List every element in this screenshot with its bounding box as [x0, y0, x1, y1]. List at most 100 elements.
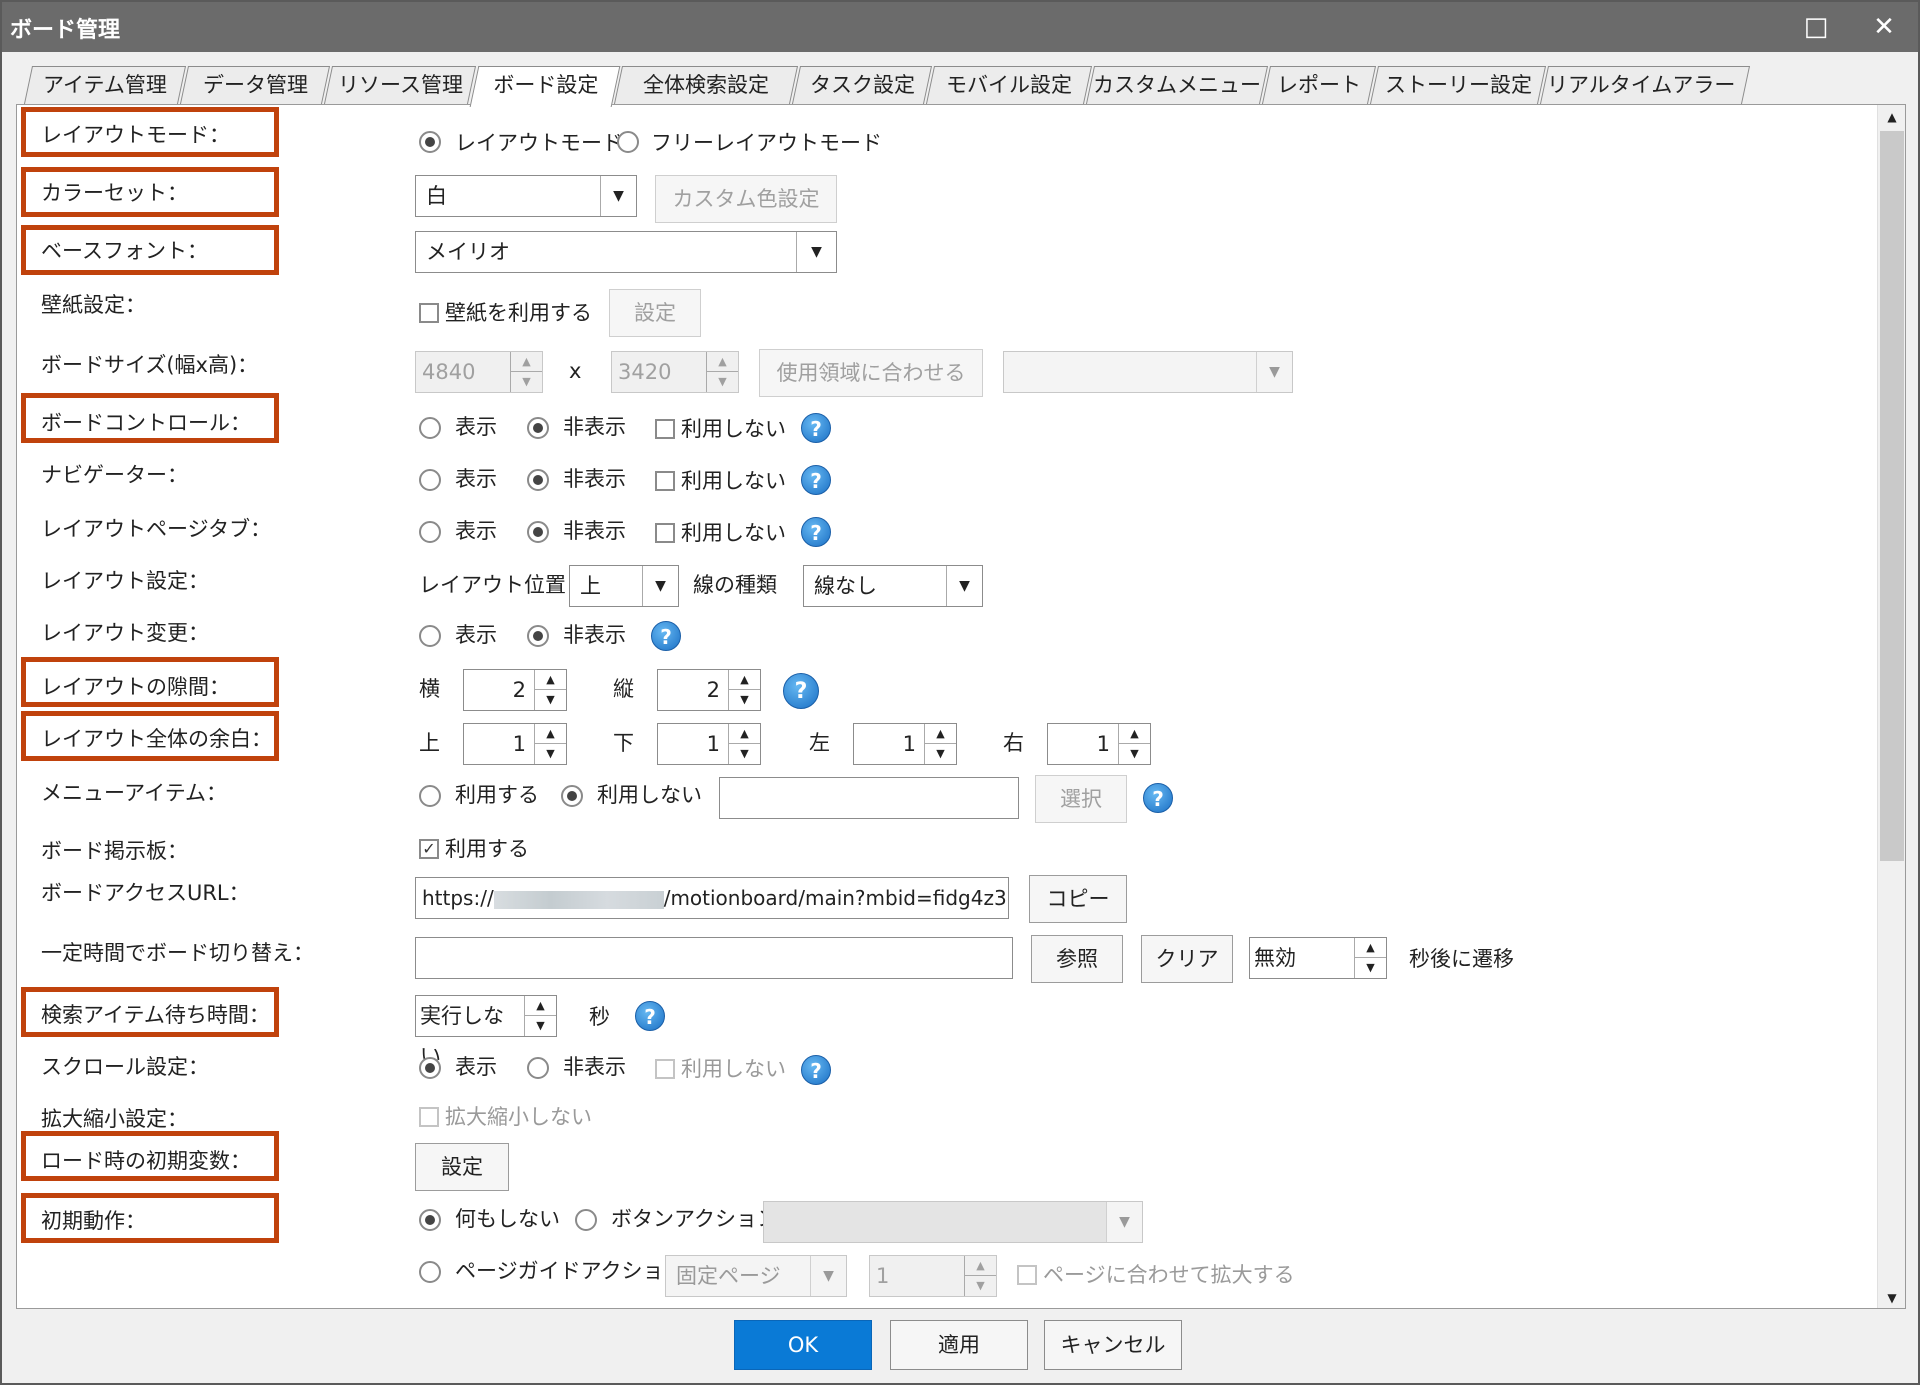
board-control-hide-radio[interactable]	[527, 417, 549, 439]
spin-down-icon[interactable]: ▼	[707, 372, 738, 392]
board-size-preset-select[interactable]: ▼	[1003, 351, 1293, 393]
spin-up-icon[interactable]: ▲	[707, 352, 738, 372]
spin-up-icon[interactable]: ▲	[925, 724, 956, 744]
help-icon[interactable]: ?	[783, 673, 819, 709]
menu-item-use-radio[interactable]	[419, 785, 441, 807]
layout-mode-radio[interactable]	[419, 131, 441, 153]
help-icon[interactable]: ?	[801, 517, 831, 547]
spin-up-icon[interactable]: ▲	[535, 724, 566, 744]
copy-url-button[interactable]: コピー	[1029, 875, 1127, 923]
spin-up-icon[interactable]: ▲	[965, 1256, 996, 1276]
init-action-page-guide-radio[interactable]	[419, 1261, 441, 1283]
navigator-unused-checkbox[interactable]	[655, 471, 675, 491]
gap-horizontal-input[interactable]: 2 ▲ ▼	[463, 669, 567, 711]
spin-up-icon[interactable]: ▲	[1355, 938, 1386, 958]
clear-button[interactable]: クリア	[1141, 935, 1233, 983]
help-icon[interactable]: ?	[801, 413, 831, 443]
fit-page-checkbox[interactable]	[1017, 1265, 1037, 1285]
tab-data-management[interactable]: データ管理	[179, 66, 331, 104]
spin-down-icon[interactable]: ▼	[535, 690, 566, 710]
menu-item-input[interactable]	[719, 777, 1019, 819]
color-set-select[interactable]: 白 ▼	[415, 175, 637, 217]
spin-up-icon[interactable]: ▲	[729, 670, 760, 690]
ok-button[interactable]: OK	[734, 1320, 872, 1370]
gap-vertical-input[interactable]: 2 ▲ ▼	[657, 669, 761, 711]
spin-up-icon[interactable]: ▲	[511, 352, 542, 372]
cancel-button[interactable]: キャンセル	[1044, 1320, 1182, 1370]
board-height-input[interactable]: 3420 ▲ ▼	[611, 351, 739, 393]
margin-bottom-input[interactable]: 1 ▲ ▼	[657, 723, 761, 765]
menu-item-select-button[interactable]: 選択	[1035, 775, 1127, 823]
tab-task-settings[interactable]: タスク設定	[791, 66, 933, 104]
switch-interval-input[interactable]: 無効 ▲ ▼	[1249, 937, 1387, 979]
board-control-unused-checkbox[interactable]	[655, 419, 675, 439]
close-icon[interactable]: ✕	[1864, 8, 1904, 46]
scroll-thumb[interactable]	[1880, 131, 1904, 861]
spin-down-icon[interactable]: ▼	[535, 744, 566, 764]
spin-down-icon[interactable]: ▼	[1119, 744, 1150, 764]
help-icon[interactable]: ?	[801, 465, 831, 495]
button-action-select[interactable]: ▼	[763, 1201, 1143, 1243]
layout-change-hide-radio[interactable]	[527, 625, 549, 647]
init-action-button-radio[interactable]	[575, 1209, 597, 1231]
board-width-input[interactable]: 4840 ▲ ▼	[415, 351, 543, 393]
scroll-unused-checkbox[interactable]	[655, 1059, 675, 1079]
fit-to-area-button[interactable]: 使用領域に合わせる	[759, 349, 983, 397]
spin-down-icon[interactable]: ▼	[525, 1016, 556, 1036]
maximize-icon[interactable]: □	[1796, 8, 1836, 46]
vertical-scrollbar[interactable]: ▲ ▼	[1877, 105, 1905, 1308]
browse-button[interactable]: 参照	[1031, 935, 1123, 983]
board-control-show-radio[interactable]	[419, 417, 441, 439]
init-vars-settings-button[interactable]: 設定	[415, 1143, 509, 1191]
page-tab-unused-checkbox[interactable]	[655, 523, 675, 543]
navigator-hide-radio[interactable]	[527, 469, 549, 491]
scroll-show-radio[interactable]	[419, 1057, 441, 1079]
wallpaper-settings-button[interactable]: 設定	[609, 289, 701, 337]
tab-item-management[interactable]: アイテム管理	[23, 66, 187, 104]
scroll-up-icon[interactable]: ▲	[1878, 105, 1905, 129]
custom-color-button[interactable]: カスタム色設定	[655, 175, 837, 223]
tab-report[interactable]: レポート	[1261, 66, 1377, 104]
navigator-show-radio[interactable]	[419, 469, 441, 491]
auto-switch-board-input[interactable]	[415, 937, 1013, 979]
spin-down-icon[interactable]: ▼	[511, 372, 542, 392]
spin-down-icon[interactable]: ▼	[1355, 958, 1386, 978]
help-icon[interactable]: ?	[1143, 783, 1173, 813]
init-action-none-radio[interactable]	[419, 1209, 441, 1231]
tab-board-settings[interactable]: ボード設定	[469, 66, 621, 107]
spin-down-icon[interactable]: ▼	[925, 744, 956, 764]
margin-right-input[interactable]: 1 ▲ ▼	[1047, 723, 1151, 765]
tab-story-settings[interactable]: ストーリー設定	[1369, 66, 1547, 104]
search-wait-input[interactable]: 実行しない ▲ ▼	[415, 995, 557, 1068]
tab-resource-management[interactable]: リソース管理	[323, 66, 477, 104]
page-tab-hide-radio[interactable]	[527, 521, 549, 543]
tab-realtime-alert[interactable]: リアルタイムアラート	[1539, 66, 1751, 133]
spin-up-icon[interactable]: ▲	[729, 724, 760, 744]
spin-down-icon[interactable]: ▼	[729, 690, 760, 710]
spin-up-icon[interactable]: ▲	[525, 996, 556, 1016]
base-font-select[interactable]: メイリオ ▼	[415, 231, 837, 273]
tab-mobile-settings[interactable]: モバイル設定	[925, 66, 1093, 104]
page-number-input[interactable]: 1 ▲ ▼	[869, 1255, 997, 1297]
spin-up-icon[interactable]: ▲	[1119, 724, 1150, 744]
apply-button[interactable]: 適用	[890, 1320, 1028, 1370]
wallpaper-checkbox[interactable]	[419, 303, 439, 323]
scroll-down-icon[interactable]: ▼	[1878, 1286, 1905, 1308]
margin-left-input[interactable]: 1 ▲ ▼	[853, 723, 957, 765]
layout-position-select[interactable]: 上 ▼	[569, 565, 679, 607]
help-icon[interactable]: ?	[651, 621, 681, 651]
help-icon[interactable]: ?	[635, 1001, 665, 1031]
spin-up-icon[interactable]: ▲	[535, 670, 566, 690]
spin-down-icon[interactable]: ▼	[965, 1276, 996, 1296]
free-layout-mode-radio[interactable]	[617, 131, 639, 153]
menu-item-unused-radio[interactable]	[561, 785, 583, 807]
margin-top-input[interactable]: 1 ▲ ▼	[463, 723, 567, 765]
zoom-disable-checkbox[interactable]	[419, 1107, 439, 1127]
board-bbs-checkbox[interactable]: ✓	[419, 839, 439, 859]
page-tab-show-radio[interactable]	[419, 521, 441, 543]
help-icon[interactable]: ?	[801, 1055, 831, 1085]
board-access-url-input[interactable]: https:// /motionboard/main?mbid=fidg4z3n4…	[415, 877, 1009, 919]
tab-custom-menu[interactable]: カスタムメニュー	[1085, 66, 1269, 104]
tab-global-search-settings[interactable]: 全体検索設定	[613, 66, 799, 104]
line-type-select[interactable]: 線なし ▼	[803, 565, 983, 607]
